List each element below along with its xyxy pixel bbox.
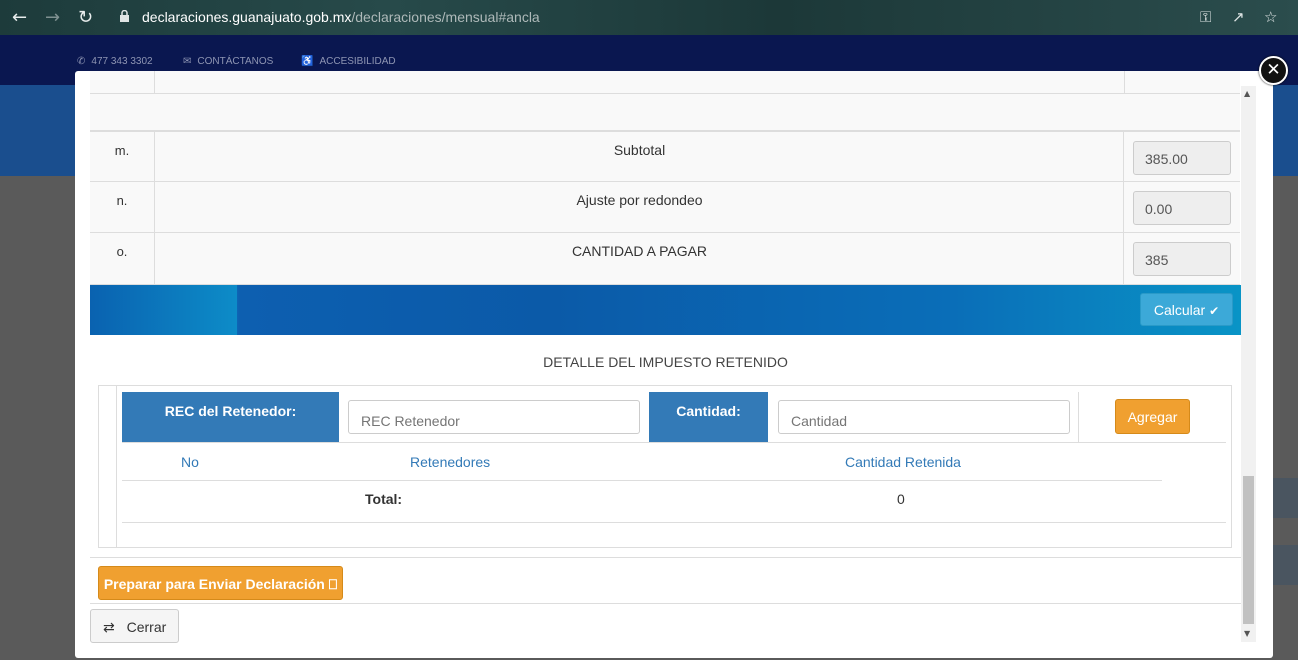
calculate-button[interactable]: Calcular ✔ bbox=[1140, 293, 1233, 326]
total-value: 0 bbox=[897, 491, 905, 507]
amount-to-pay-field: 385 bbox=[1133, 242, 1231, 276]
browser-toolbar: ← → ↻ declaraciones.guanajuato.gob.mx/de… bbox=[0, 0, 1298, 35]
share-icon[interactable]: ↗ bbox=[1232, 8, 1245, 26]
side-tab[interactable] bbox=[1273, 545, 1298, 585]
divider bbox=[90, 557, 1241, 558]
accessibility-label: ACCESIBILIDAD bbox=[319, 56, 396, 67]
table-row: o. CANTIDAD A PAGAR 385 bbox=[90, 233, 1240, 285]
accessibility-icon: ♿ bbox=[301, 56, 314, 67]
contact-link[interactable]: ✉ CONTÁCTANOS bbox=[183, 56, 273, 67]
divider bbox=[122, 442, 1226, 443]
subtotal-field: 385.00 bbox=[1133, 141, 1231, 175]
column-header-retenedores: Retenedores bbox=[410, 454, 491, 470]
row-label: Ajuste por redondeo bbox=[156, 182, 1124, 232]
calc-band bbox=[90, 285, 1241, 335]
reload-icon[interactable]: ↻ bbox=[78, 7, 93, 28]
calculate-label: Calcular bbox=[1153, 302, 1206, 318]
retweet-icon: ⇄ bbox=[103, 620, 115, 636]
cantidad-label: Cantidad: bbox=[649, 392, 768, 443]
prepare-label: Preparar para Enviar Declaración bbox=[103, 576, 325, 592]
add-button[interactable]: Agregar bbox=[1115, 399, 1190, 434]
scroll-down-icon[interactable]: ▼ bbox=[1244, 629, 1250, 638]
rec-label: REC del Retenedor: bbox=[122, 392, 339, 443]
address-bar[interactable]: declaraciones.guanajuato.gob.mx/declarac… bbox=[142, 9, 540, 25]
phone-info[interactable]: ✆ 477 343 3302 bbox=[77, 56, 153, 67]
table-row: n. Ajuste por redondeo 0.00 bbox=[90, 182, 1240, 233]
row-label: Subtotal bbox=[156, 132, 1124, 181]
column-header-no: No bbox=[181, 454, 199, 470]
accessibility-link[interactable]: ♿ ACCESIBILIDAD bbox=[301, 56, 396, 67]
forward-arrow-icon[interactable]: → bbox=[45, 7, 60, 28]
close-button[interactable]: ⇄ Cerrar bbox=[90, 609, 179, 643]
lock-icon bbox=[120, 10, 129, 22]
divider bbox=[122, 480, 1162, 481]
table-row bbox=[90, 71, 1240, 131]
star-icon[interactable]: ☆ bbox=[1264, 8, 1277, 26]
prepare-declaration-button[interactable]: Preparar para Enviar Declaración ⎕ bbox=[98, 566, 343, 600]
phone-icon: ✆ bbox=[77, 56, 86, 67]
side-tab[interactable] bbox=[1273, 478, 1298, 518]
key-icon[interactable]: ⚿ bbox=[1200, 8, 1211, 26]
close-label: Cerrar bbox=[126, 619, 167, 635]
url-path: /declaraciones/mensual#ancla bbox=[351, 9, 540, 25]
divider bbox=[90, 603, 1241, 604]
row-letter: o. bbox=[90, 233, 155, 284]
row-letter: n. bbox=[90, 182, 155, 232]
calculator-icon: ✔ bbox=[1209, 304, 1220, 318]
close-icon[interactable]: ✕ bbox=[1259, 56, 1288, 85]
mail-icon: ✉ bbox=[183, 56, 192, 67]
url-domain: declaraciones.guanajuato.gob.mx bbox=[142, 9, 352, 25]
cantidad-input[interactable] bbox=[778, 400, 1070, 434]
divider bbox=[122, 522, 1226, 523]
row-label: CANTIDAD A PAGAR bbox=[156, 233, 1124, 284]
scroll-thumb[interactable] bbox=[1243, 476, 1254, 624]
phone-number: 477 343 3302 bbox=[91, 56, 153, 67]
column-header-cantidad: Cantidad Retenida bbox=[845, 454, 961, 470]
total-label: Total: bbox=[365, 491, 403, 507]
rounding-field: 0.00 bbox=[1133, 191, 1231, 225]
detail-title: DETALLE DEL IMPUESTO RETENIDO bbox=[543, 354, 788, 370]
scroll-up-icon[interactable]: ▲ bbox=[1244, 89, 1250, 98]
contact-label: CONTÁCTANOS bbox=[197, 56, 274, 67]
modal-scrollbar[interactable]: ▲ ▼ bbox=[1241, 86, 1256, 642]
rec-retenedor-input[interactable] bbox=[348, 400, 640, 434]
row-letter-cell bbox=[90, 71, 155, 93]
send-icon: ⎕ bbox=[328, 576, 338, 592]
table-row: m. Subtotal 385.00 bbox=[90, 131, 1240, 182]
back-arrow-icon[interactable]: ← bbox=[12, 7, 27, 28]
row-letter: m. bbox=[90, 132, 155, 181]
